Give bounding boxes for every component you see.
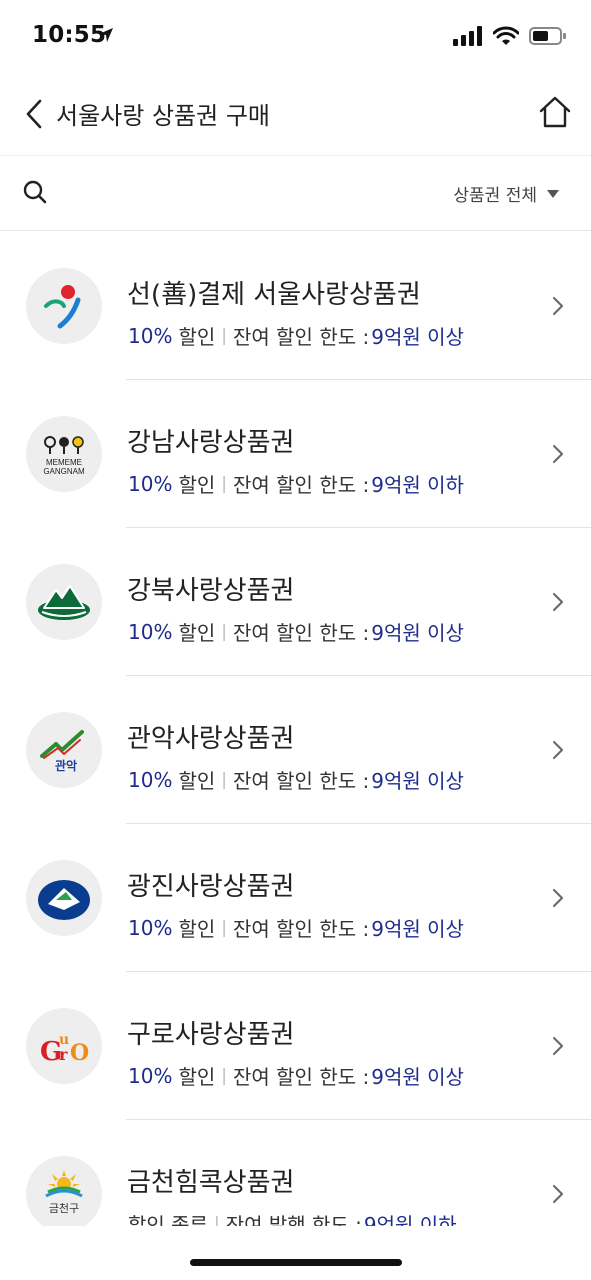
- limit-value: 9억원 이상: [371, 769, 464, 793]
- limit-label: 잔여 할인 한도 :: [233, 917, 370, 941]
- discount-rate: 10%: [128, 471, 173, 496]
- chevron-right-icon: [553, 593, 563, 611]
- limit-value: 9억원 이상: [371, 621, 464, 645]
- chevron-left-icon: [26, 99, 42, 129]
- battery-icon: [529, 26, 567, 50]
- status-indicators: [453, 26, 567, 50]
- item-name: 구로사랑상품권: [127, 1020, 295, 1050]
- guro-logo: G u r O: [26, 1008, 102, 1084]
- item-summary: 10% 할인 | 잔여 할인 한도 : 9억원 이상: [128, 1061, 464, 1090]
- separator: |: [221, 473, 227, 494]
- chevron-right-icon: [553, 297, 563, 315]
- home-indicator[interactable]: [190, 1259, 402, 1266]
- list-item[interactable]: 선(善)결제 서울사랑상품권 10% 할인 | 잔여 할인 한도 : 9억원 이…: [0, 232, 591, 380]
- discount-kind: 할인: [178, 769, 216, 793]
- gwanak-logo-text: 관악: [55, 758, 77, 773]
- discount-rate: 10%: [128, 323, 173, 348]
- discount-kind: 할인: [178, 325, 216, 349]
- separator: |: [221, 1065, 227, 1086]
- location-arrow-icon: [98, 27, 114, 47]
- list-item[interactable]: 강북사랑상품권 10% 할인 | 잔여 할인 한도 : 9억원 이상: [0, 528, 591, 676]
- chevron-right-icon: [553, 1185, 563, 1203]
- item-name: 강북사랑상품권: [127, 576, 295, 606]
- guro-logo-r: r: [59, 1045, 68, 1064]
- gwangjin-logo: [26, 860, 102, 936]
- geumcheon-logo: 금천구: [26, 1156, 102, 1232]
- gangnam-logo-text-1: MEMEME: [46, 458, 82, 467]
- discount-kind: 할인: [178, 473, 216, 497]
- item-name: 광진사랑상품권: [127, 872, 295, 902]
- discount-kind: 할인: [178, 621, 216, 645]
- limit-label: 잔여 할인 한도 :: [233, 1065, 370, 1089]
- voucher-filter-dropdown[interactable]: 상품권 전체: [453, 181, 559, 206]
- chevron-right-icon: [553, 741, 563, 759]
- search-filter-bar: 상품권 전체: [0, 157, 591, 231]
- chevron-right-icon: [553, 1037, 563, 1055]
- discount-rate: 10%: [128, 915, 173, 940]
- item-summary: 10% 할인 | 잔여 할인 한도 : 9억원 이상: [128, 765, 464, 794]
- search-icon: [23, 180, 47, 204]
- status-time: 10:55: [32, 22, 107, 48]
- item-name: 선(善)결제 서울사랑상품권: [127, 280, 421, 310]
- page-title: 서울사랑 상품권 구매: [56, 102, 270, 130]
- separator: |: [221, 621, 227, 642]
- gangbuk-logo: [26, 564, 102, 640]
- back-button[interactable]: [18, 94, 50, 134]
- gangnam-logo-text-2: GANGNAM: [43, 467, 85, 476]
- seoul-logo: [26, 268, 102, 344]
- item-name: 강남사랑상품권: [127, 428, 295, 458]
- limit-value: 9억원 이상: [371, 917, 464, 941]
- item-summary: 10% 할인 | 잔여 할인 한도 : 9억원 이하: [128, 469, 464, 498]
- filter-label: 상품권 전체: [453, 186, 537, 206]
- limit-label: 잔여 할인 한도 :: [233, 769, 370, 793]
- home-button[interactable]: [535, 92, 575, 132]
- chevron-right-icon: [553, 445, 563, 463]
- discount-rate: 10%: [128, 619, 173, 644]
- chevron-right-icon: [553, 889, 563, 907]
- limit-label: 잔여 할인 한도 :: [233, 473, 370, 497]
- bottom-safe-area: [0, 1226, 591, 1280]
- discount-rate: 10%: [128, 767, 173, 792]
- home-icon: [539, 96, 571, 128]
- separator: |: [221, 769, 227, 790]
- item-name: 금천힘콕상품권: [127, 1168, 295, 1198]
- item-summary: 10% 할인 | 잔여 할인 한도 : 9억원 이상: [128, 321, 464, 350]
- wifi-icon: [492, 26, 520, 50]
- nav-bar: 서울사랑 상품권 구매: [0, 72, 591, 156]
- list-item[interactable]: G u r O 구로사랑상품권 10% 할인 | 잔여 할인 한도 : 9억원 …: [0, 972, 591, 1120]
- list-item[interactable]: 광진사랑상품권 10% 할인 | 잔여 할인 한도 : 9억원 이상: [0, 824, 591, 972]
- discount-kind: 할인: [178, 1065, 216, 1089]
- list-item[interactable]: MEMEME GANGNAM 강남사랑상품권 10% 할인 | 잔여 할인 한도…: [0, 380, 591, 528]
- item-summary: 10% 할인 | 잔여 할인 한도 : 9억원 이상: [128, 913, 464, 942]
- limit-value: 9억원 이하: [371, 473, 464, 497]
- discount-kind: 할인: [178, 917, 216, 941]
- separator: |: [221, 917, 227, 938]
- geumcheon-logo-text: 금천구: [49, 1201, 79, 1215]
- limit-label: 잔여 할인 한도 :: [233, 621, 370, 645]
- separator: |: [221, 325, 227, 346]
- discount-rate: 10%: [128, 1063, 173, 1088]
- guro-logo-o: O: [70, 1040, 89, 1066]
- list-item[interactable]: 관악 관악사랑상품권 10% 할인 | 잔여 할인 한도 : 9억원 이상: [0, 676, 591, 824]
- cellular-signal-icon: [453, 26, 483, 50]
- limit-label: 잔여 할인 한도 :: [233, 325, 370, 349]
- limit-value: 9억원 이상: [371, 1065, 464, 1089]
- item-summary: 10% 할인 | 잔여 할인 한도 : 9억원 이상: [128, 617, 464, 646]
- gwanak-logo: 관악: [26, 712, 102, 788]
- voucher-list: 선(善)결제 서울사랑상품권 10% 할인 | 잔여 할인 한도 : 9억원 이…: [0, 232, 591, 1268]
- search-button[interactable]: [22, 179, 52, 209]
- caret-down-icon: [547, 189, 559, 198]
- gangnam-logo: MEMEME GANGNAM: [26, 416, 102, 492]
- item-name: 관악사랑상품권: [127, 724, 295, 754]
- limit-value: 9억원 이상: [371, 325, 464, 349]
- status-bar: 10:55: [0, 0, 591, 72]
